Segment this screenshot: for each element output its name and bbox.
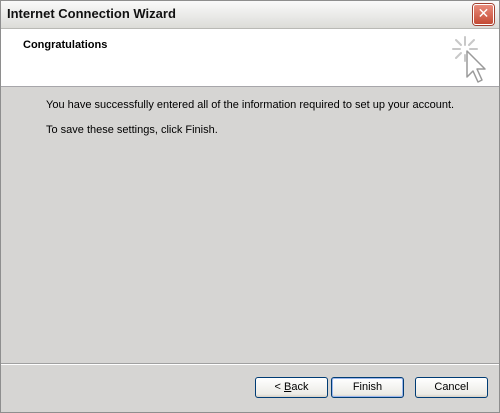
wizard-content: You have successfully entered all of the… [1, 87, 499, 363]
wizard-window: Internet Connection Wizard ✕ Congratulat… [0, 0, 500, 413]
back-button-label: ack [291, 381, 309, 393]
title-bar[interactable]: Internet Connection Wizard ✕ [1, 1, 499, 29]
close-button[interactable]: ✕ [473, 4, 494, 25]
success-message: You have successfully entered all of the… [46, 99, 455, 111]
finish-instruction: To save these settings, click Finish. [46, 124, 218, 136]
page-title: Congratulations [23, 39, 108, 51]
finish-button-label: Finish [352, 381, 383, 393]
back-button-prefix: < [274, 381, 284, 393]
button-divider [1, 363, 499, 365]
sparkle-cursor-icon [452, 36, 486, 83]
cancel-button[interactable]: Cancel [415, 377, 488, 398]
wizard-header: Congratulations [1, 29, 499, 87]
finish-button[interactable]: Finish [331, 377, 404, 398]
window-title: Internet Connection Wizard [7, 6, 176, 21]
close-icon: ✕ [477, 6, 490, 22]
back-button[interactable]: < Back [255, 377, 328, 398]
cancel-button-label: Cancel [434, 381, 469, 393]
